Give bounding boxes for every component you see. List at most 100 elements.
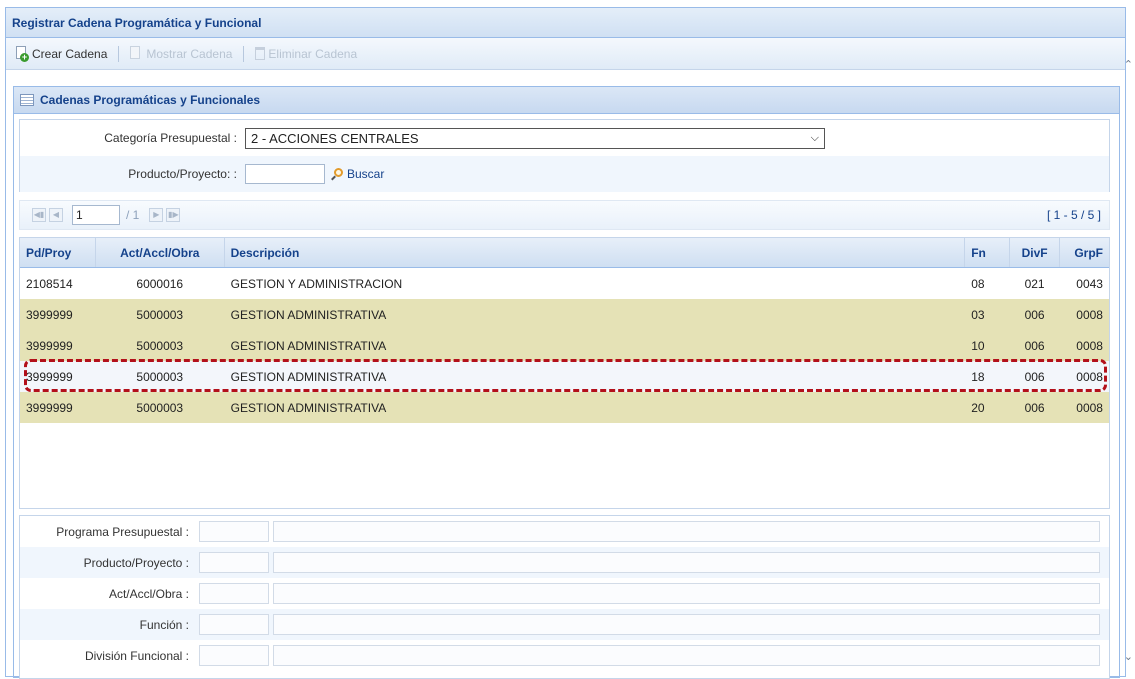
grid-icon [20,94,34,106]
search-icon [331,167,344,181]
cell-divf: 006 [1024,338,1045,353]
cell-fn: 08 [971,276,985,291]
column-header-desc[interactable]: Descripción [225,238,966,267]
cell-act: 5000003 [136,338,184,353]
form-row-programa: Programa Presupuestal : [20,516,1109,547]
panel-header: Cadenas Programáticas y Funcionales [14,87,1119,114]
last-page-button[interactable]: ▮▶ [166,208,181,222]
cell-grpf: 0008 [1076,369,1103,384]
category-label: Categoría Presupuestal : [104,131,237,145]
column-header-fn[interactable]: Fn [965,238,1011,267]
table-row[interactable]: 3999999 5000003 GESTION ADMINISTRATIVA 0… [20,299,1109,330]
create-chain-button[interactable]: + Crear Cadena [12,44,111,63]
table-row[interactable]: 2108514 6000016 GESTION Y ADMINISTRACION… [20,268,1109,299]
prev-page-button[interactable]: ◀ [49,208,63,222]
division-label: División Funcional : [84,648,189,663]
record-range: [ 1 - 5 / 5 ] [1046,208,1101,222]
funcion-label: Función : [139,617,189,632]
producto-desc-field[interactable] [273,552,1100,573]
act-code-field[interactable] [199,583,269,604]
act-desc-field[interactable] [273,583,1100,604]
cell-desc: GESTION ADMINISTRATIVA [230,400,387,415]
toolbar-separator [243,45,245,62]
scroll-down-icon[interactable]: ⌄ [1124,650,1133,663]
cell-pd: 3999999 [26,338,73,353]
pagination-bar: ◀▮ ◀ 1 / 1 ▶ ▮▶ [ 1 - 5 / 5 ] [19,200,1110,230]
category-select[interactable]: 2 - ACCIONES CENTRALES ⌵ [245,127,825,149]
search-button[interactable]: Buscar [331,167,384,181]
cell-grpf: 0008 [1076,400,1103,415]
cell-divf: 021 [1024,276,1045,291]
cell-desc: GESTION Y ADMINISTRACION [230,276,403,291]
category-selected-value: 2 - ACCIONES CENTRALES [251,130,419,146]
first-page-button[interactable]: ◀▮ [32,208,46,222]
window-title: Registrar Cadena Programática y Funciona… [6,8,1125,38]
programa-code-field[interactable] [199,521,269,542]
cell-fn: 20 [971,400,985,415]
detail-form: Programa Presupuestal : Producto/Proyect… [19,515,1110,679]
funcion-code-field[interactable] [199,614,269,635]
cell-desc: GESTION ADMINISTRATIVA [230,369,387,384]
view-document-icon [130,46,143,61]
cell-grpf: 0008 [1076,338,1103,353]
filter-section: Categoría Presupuestal : 2 - ACCIONES CE… [19,119,1110,192]
trash-icon [255,47,266,60]
column-header-act[interactable]: Act/Accl/Obra [96,238,225,267]
column-header-divf[interactable]: DivF [1010,238,1061,267]
main-window: Registrar Cadena Programática y Funciona… [5,7,1126,679]
producto-label: Producto/Proyecto : [83,555,189,570]
toolbar: + Crear Cadena Mostrar Cadena Eliminar C… [6,38,1125,70]
cell-fn: 03 [971,307,985,322]
product-row: Producto/Proyecto: : Buscar [20,156,1109,192]
programa-desc-field[interactable] [273,521,1100,542]
grid-header: Pd/Proy Act/Accl/Obra Descripción Fn Div… [20,238,1109,268]
cell-desc: GESTION ADMINISTRATIVA [230,307,387,322]
product-input[interactable] [245,164,325,184]
create-chain-label: Crear Cadena [32,46,108,61]
cell-fn: 18 [971,369,985,384]
table-row[interactable]: 3999999 5000003 GESTION ADMINISTRATIVA 1… [20,330,1109,361]
cell-divf: 006 [1024,400,1045,415]
table-row[interactable]: 3999999 5000003 GESTION ADMINISTRATIVA 2… [20,392,1109,423]
column-header-pd[interactable]: Pd/Proy [20,238,96,267]
form-row-funcion: Función : [20,609,1109,640]
cell-pd: 3999999 [26,369,73,384]
act-label: Act/Accl/Obra : [108,586,189,601]
chains-panel: Cadenas Programáticas y Funcionales Cate… [13,86,1120,679]
cell-desc: GESTION ADMINISTRATIVA [230,338,387,353]
cell-grpf: 0043 [1076,276,1103,291]
form-row-act: Act/Accl/Obra : [20,578,1109,609]
show-chain-label: Mostrar Cadena [146,46,233,61]
search-label: Buscar [347,167,385,181]
cell-divf: 006 [1024,369,1045,384]
cell-grpf: 0008 [1076,307,1103,322]
scroll-up-icon[interactable]: ⌃ [1124,58,1133,71]
delete-chain-button[interactable]: Eliminar Cadena [251,45,361,63]
show-chain-button[interactable]: Mostrar Cadena [126,44,236,63]
category-row: Categoría Presupuestal : 2 - ACCIONES CE… [20,120,1109,156]
funcion-desc-field[interactable] [273,614,1100,635]
programa-label: Programa Presupuestal : [56,524,189,539]
cell-act: 5000003 [136,307,184,322]
cell-divf: 006 [1024,307,1045,322]
table-row-selected[interactable]: 3999999 5000003 GESTION ADMINISTRATIVA 1… [20,361,1109,392]
column-header-grpf[interactable]: GrpF [1060,238,1109,267]
producto-code-field[interactable] [199,552,269,573]
cell-act: 6000016 [136,276,184,291]
new-document-icon: + [16,46,29,62]
delete-chain-label: Eliminar Cadena [268,46,358,61]
form-row-division: División Funcional : [20,640,1109,671]
chevron-down-icon: ⌵ [810,131,819,144]
cell-pd: 3999999 [26,307,73,322]
page-number-input[interactable]: 1 [72,205,120,225]
division-code-field[interactable] [199,645,269,666]
product-label: Producto/Proyecto: : [128,167,237,181]
next-page-button[interactable]: ▶ [149,208,164,222]
toolbar-separator [118,45,120,62]
cell-pd: 2108514 [26,276,73,291]
chains-grid: Pd/Proy Act/Accl/Obra Descripción Fn Div… [19,237,1110,509]
cell-act: 5000003 [136,369,184,384]
page-total: / 1 [126,208,140,222]
division-desc-field[interactable] [273,645,1100,666]
cell-pd: 3999999 [26,400,73,415]
